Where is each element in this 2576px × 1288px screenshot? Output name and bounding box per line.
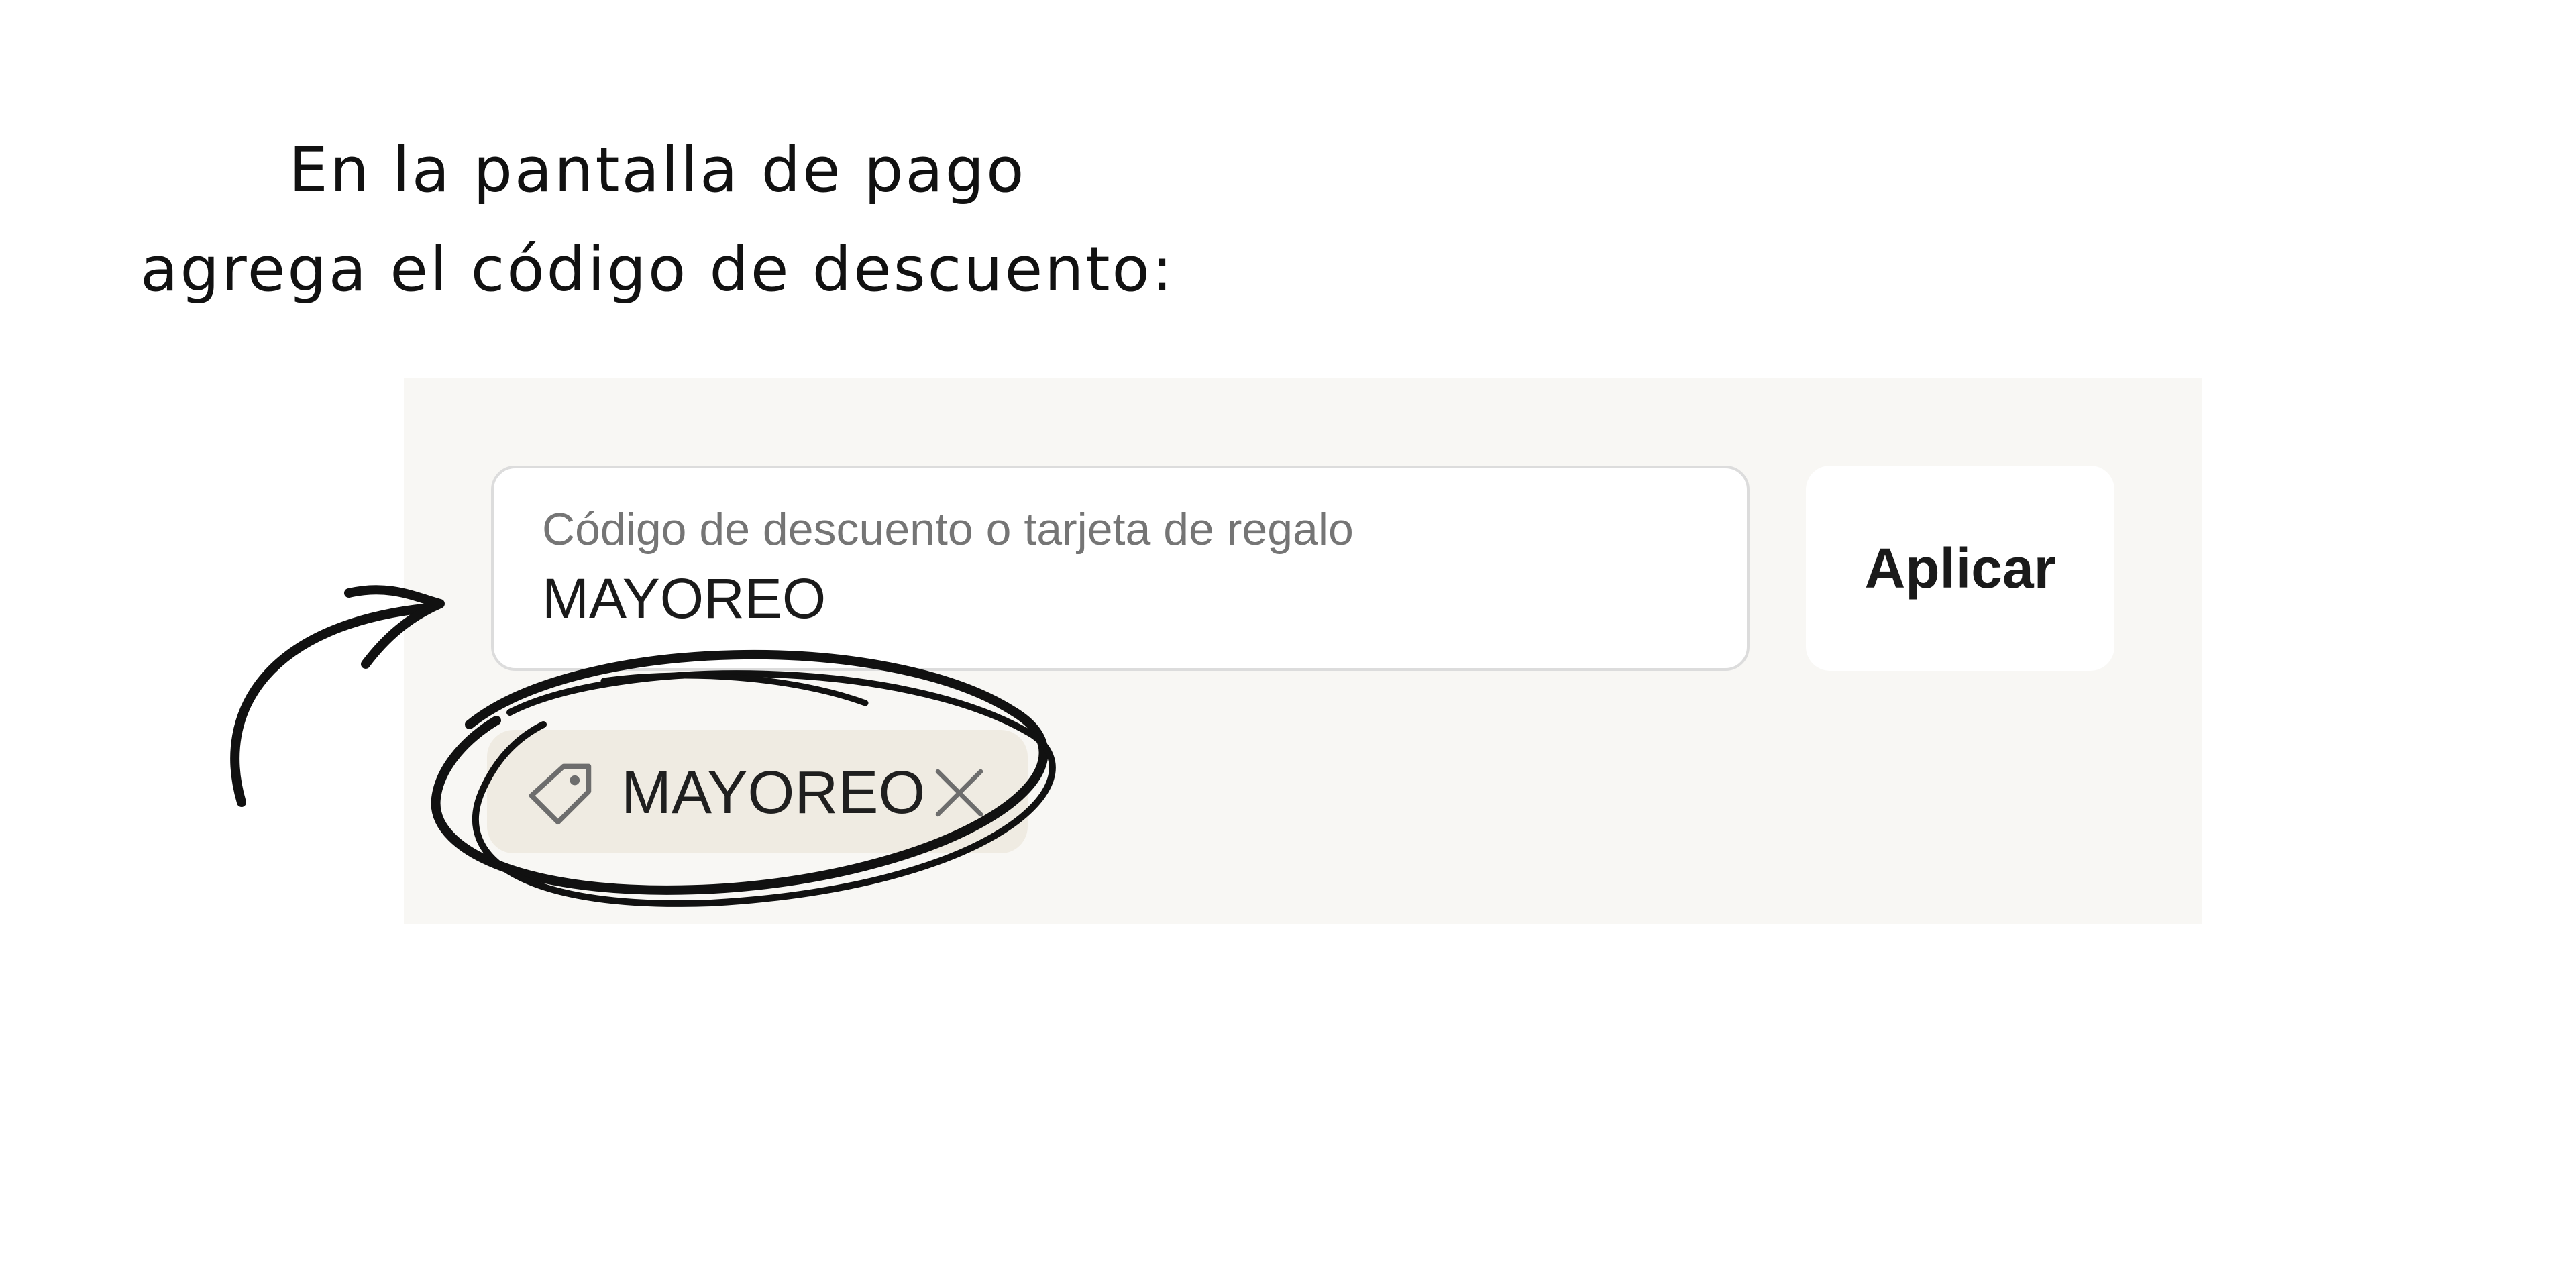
discount-code-field[interactable]: Código de descuento o tarjeta de regalo … bbox=[491, 466, 1750, 671]
instruction-line-1: En la pantalla de pago bbox=[288, 134, 1026, 206]
applied-discount-code: MAYOREO bbox=[621, 759, 926, 826]
instruction-line-2: agrega el código de descuento: bbox=[140, 233, 1175, 305]
close-icon[interactable] bbox=[931, 765, 987, 821]
discount-code-input-value[interactable]: MAYOREO bbox=[542, 566, 826, 631]
apply-button[interactable]: Aplicar bbox=[1806, 466, 2114, 671]
discount-code-label: Código de descuento o tarjeta de regalo bbox=[542, 504, 1354, 555]
tag-icon bbox=[529, 763, 592, 825]
applied-discount-tag: MAYOREO bbox=[487, 730, 1028, 853]
instruction-heading: En la pantalla de pago agrega el código … bbox=[121, 121, 1194, 319]
